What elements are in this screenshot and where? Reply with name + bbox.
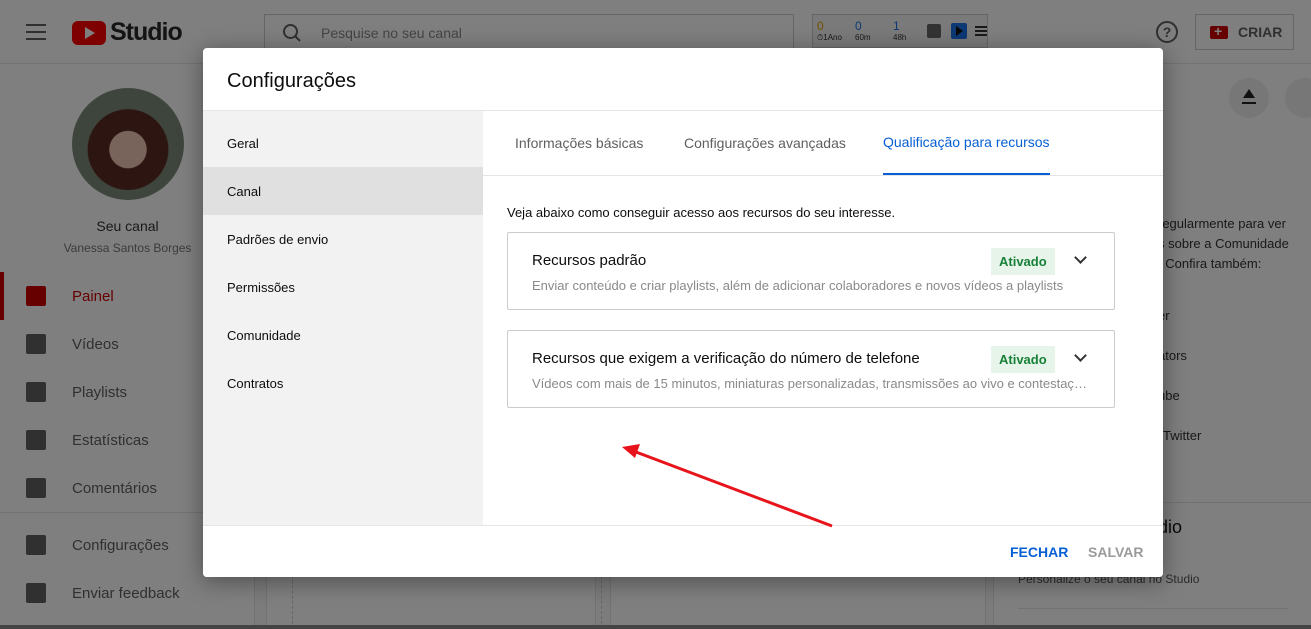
annotation-arrow-line — [635, 450, 833, 528]
annotation-arrow — [622, 444, 833, 528]
annotation-arrow-head — [622, 444, 640, 458]
